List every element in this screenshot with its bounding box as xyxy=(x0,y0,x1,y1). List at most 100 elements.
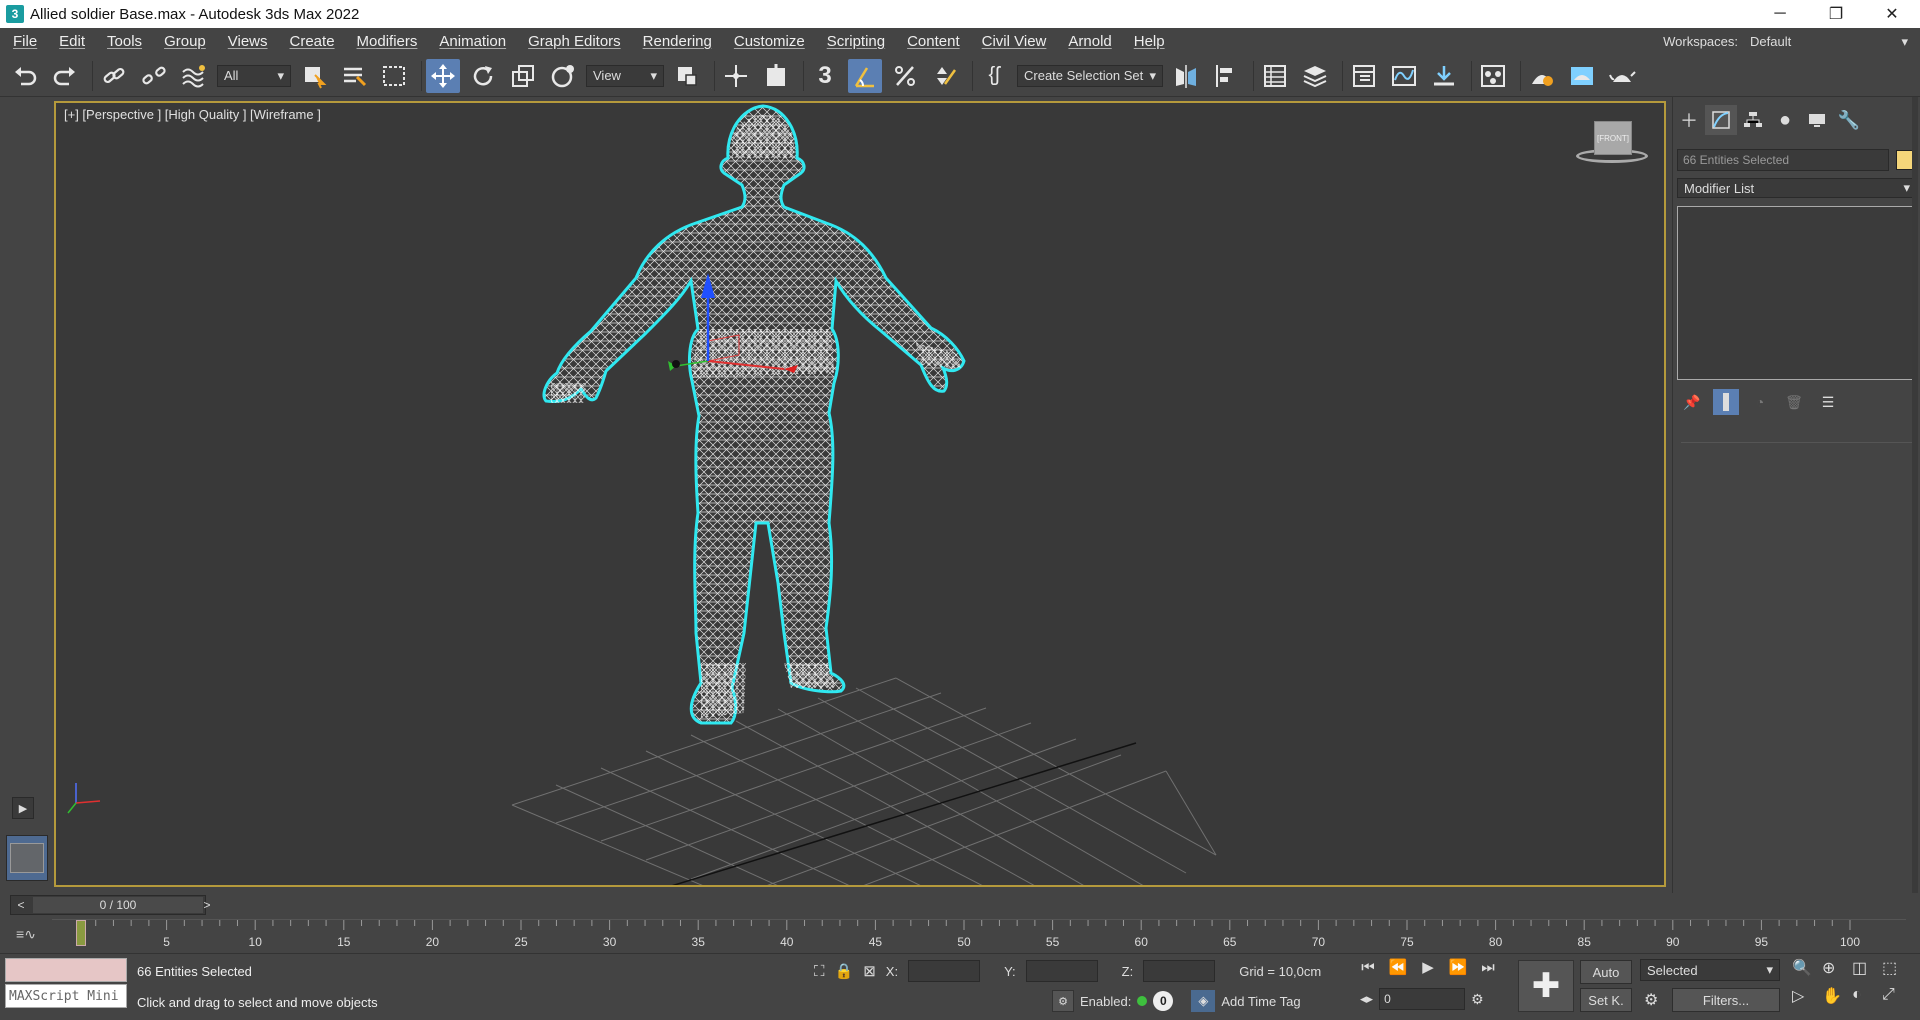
workspace-dropdown[interactable]: Default ▾ xyxy=(1746,30,1914,53)
time-configuration-icon[interactable]: ⚙ xyxy=(1471,991,1484,1008)
modify-tab[interactable] xyxy=(1705,105,1737,135)
auto-key-button[interactable]: Auto xyxy=(1580,960,1632,984)
menu-views[interactable]: Views xyxy=(217,33,279,50)
menu-customize[interactable]: Customize xyxy=(723,33,816,50)
close-button[interactable]: ✕ xyxy=(1864,0,1920,28)
menu-group[interactable]: Group xyxy=(153,33,217,50)
show-end-result-button[interactable] xyxy=(1713,389,1739,415)
render-setup-button[interactable] xyxy=(1525,59,1559,93)
motion-tab[interactable]: ● xyxy=(1769,105,1801,135)
link-button[interactable] xyxy=(97,59,131,93)
pin-stack-icon[interactable]: 📌 xyxy=(1679,389,1705,415)
curve-editor-mini-button[interactable]: ≡∿ xyxy=(6,921,46,947)
x-coordinate-field[interactable] xyxy=(908,960,981,982)
key-mode-icon[interactable]: ⚙ xyxy=(1644,990,1658,1010)
go-to-end-button[interactable]: ⏭ xyxy=(1476,959,1500,976)
percent-snap-toggle[interactable] xyxy=(888,59,922,93)
viewcube-front-face[interactable]: [FRONT] xyxy=(1594,121,1632,155)
time-tag-icon[interactable]: ◈ xyxy=(1191,990,1216,1012)
menu-arnold[interactable]: Arnold xyxy=(1057,33,1122,50)
pan-icon[interactable]: ✋ xyxy=(1822,986,1852,1006)
set-key-mode-button[interactable]: Set K. xyxy=(1580,988,1632,1012)
menu-file[interactable]: File xyxy=(2,33,48,50)
rendered-frame-window-button[interactable] xyxy=(1565,59,1599,93)
zoom-extents-all-icon[interactable]: ⬚ xyxy=(1882,958,1912,978)
time-slider[interactable]: < 0 / 100 > xyxy=(10,895,211,915)
key-filter-dropdown[interactable]: Selected ▾ xyxy=(1640,959,1780,981)
remove-modifier-icon[interactable]: 🗑 xyxy=(1781,389,1807,415)
y-coordinate-field[interactable] xyxy=(1025,960,1098,982)
menu-edit[interactable]: Edit xyxy=(48,33,96,50)
minimize-button[interactable]: ─ xyxy=(1752,0,1808,28)
select-and-move-button[interactable] xyxy=(426,58,460,93)
select-object-button[interactable] xyxy=(297,59,331,93)
redo-button[interactable] xyxy=(48,59,82,93)
schematic-view-button[interactable] xyxy=(1427,59,1461,93)
snaps-toggle[interactable]: 3 xyxy=(808,59,842,93)
select-and-scale-button[interactable] xyxy=(506,59,540,93)
create-tab[interactable]: ＋ xyxy=(1673,105,1705,135)
zoom-extents-icon[interactable]: ◫ xyxy=(1852,958,1882,978)
mirror-button[interactable] xyxy=(1169,59,1203,93)
absolute-mode-icon[interactable]: ⊠ xyxy=(863,962,876,980)
enabled-count[interactable]: 0 xyxy=(1153,991,1174,1011)
menu-animation[interactable]: Animation xyxy=(428,33,517,50)
menu-scripting[interactable]: Scripting xyxy=(816,33,896,50)
maximize-viewport-icon[interactable]: ⤢ xyxy=(1882,986,1912,1006)
prev-frame-button[interactable]: < xyxy=(11,898,31,912)
go-to-start-button[interactable]: ⏮ xyxy=(1356,959,1380,976)
menu-create[interactable]: Create xyxy=(279,33,346,50)
display-tab[interactable] xyxy=(1801,105,1833,135)
lock-selection-icon[interactable]: 🔒 xyxy=(835,962,854,980)
command-panel-scrollbar[interactable] xyxy=(1912,97,1918,893)
region-select-button[interactable] xyxy=(377,59,411,93)
orbit-icon[interactable]: ◐ xyxy=(1852,986,1882,1006)
pivot-center-button[interactable] xyxy=(670,59,704,93)
edit-named-selection-button[interactable]: {ʃ xyxy=(977,59,1011,93)
configure-modifier-sets-icon[interactable]: ☰ xyxy=(1815,389,1841,415)
viewcube[interactable]: [FRONT] xyxy=(1572,113,1652,165)
add-time-tag-label[interactable]: Add Time Tag xyxy=(1221,994,1300,1009)
select-and-place-button[interactable] xyxy=(546,59,580,93)
scene-explorer-button[interactable] xyxy=(1258,59,1292,93)
align-button[interactable] xyxy=(1209,59,1243,93)
key-filters-button[interactable]: Filters... xyxy=(1672,988,1780,1012)
make-unique-icon[interactable]: ◔ xyxy=(1747,389,1773,415)
field-of-view-icon[interactable]: ▷ xyxy=(1792,986,1822,1006)
select-and-rotate-button[interactable] xyxy=(466,59,500,93)
zoom-icon[interactable]: 🔍 xyxy=(1792,958,1822,978)
bind-spacewarp-button[interactable] xyxy=(177,59,211,93)
menu-rendering[interactable]: Rendering xyxy=(632,33,723,50)
frame-display[interactable]: 0 / 100 xyxy=(33,897,203,913)
material-editor-button[interactable] xyxy=(1476,59,1510,93)
menu-tools[interactable]: Tools xyxy=(96,33,153,50)
object-name-field[interactable]: 66 Entities Selected xyxy=(1677,149,1889,171)
utilities-tab[interactable]: 🔧 xyxy=(1833,105,1865,135)
play-button[interactable]: ▶ xyxy=(1416,958,1440,976)
toggle-ribbon-button[interactable] xyxy=(1347,59,1381,93)
select-manipulate-button[interactable] xyxy=(719,59,753,93)
hierarchy-tab[interactable] xyxy=(1737,105,1769,135)
reference-coordinate-dropdown[interactable]: View ▾ xyxy=(586,64,664,87)
menu-help[interactable]: Help xyxy=(1123,33,1176,50)
keyboard-shortcut-toggle[interactable] xyxy=(759,59,793,93)
time-config-arrows-icon[interactable]: ◂▸ xyxy=(1360,991,1373,1007)
undo-button[interactable] xyxy=(8,59,42,93)
menu-civil-view[interactable]: Civil View xyxy=(971,33,1058,50)
soldier-wireframe-mesh[interactable] xyxy=(542,104,966,725)
menu-modifiers[interactable]: Modifiers xyxy=(346,33,429,50)
previous-frame-button[interactable]: ⏪ xyxy=(1386,958,1410,976)
viewport-layout-expand-button[interactable]: ▶ xyxy=(12,797,34,819)
maxscript-mini-listener[interactable]: MAXScript Mini xyxy=(5,984,127,1008)
set-key-button[interactable]: ✚ xyxy=(1518,960,1574,1012)
angle-snap-toggle[interactable] xyxy=(848,58,882,93)
unlink-button[interactable] xyxy=(137,59,171,93)
menu-graph-editors[interactable]: Graph Editors xyxy=(517,33,632,50)
perspective-viewport[interactable]: [+] [Perspective ] [High Quality ] [Wire… xyxy=(54,101,1666,887)
modifier-stack[interactable] xyxy=(1677,206,1917,380)
curve-editor-button[interactable] xyxy=(1387,59,1421,93)
named-selection-set-dropdown[interactable]: Create Selection Set ▾ xyxy=(1017,64,1163,87)
layer-explorer-button[interactable] xyxy=(1298,59,1332,93)
render-production-button[interactable] xyxy=(1605,59,1639,93)
modifier-list-dropdown[interactable]: Modifier List ▾ xyxy=(1677,178,1917,198)
